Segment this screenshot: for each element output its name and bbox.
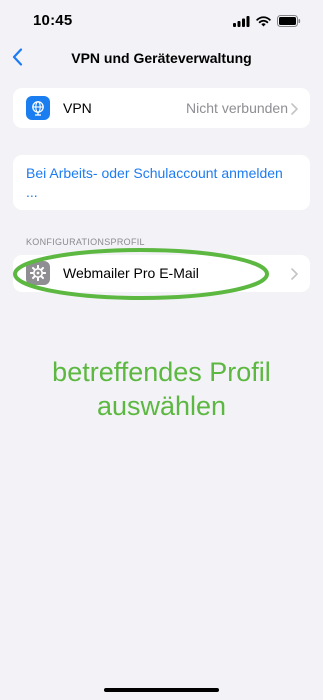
battery-icon (277, 15, 301, 27)
page-title: VPN und Geräteverwaltung (71, 50, 252, 66)
vpn-status: Nicht verbunden (186, 100, 288, 116)
status-icons (233, 15, 301, 27)
navigation-bar: VPN und Geräteverwaltung (0, 44, 323, 74)
work-school-account-link[interactable]: Bei Arbeits- oder Schulaccount anmelden … (26, 164, 286, 202)
status-bar: 10:45 (0, 0, 323, 44)
vpn-globe-icon (26, 96, 50, 120)
gear-icon (26, 261, 50, 285)
vpn-row[interactable]: VPN Nicht verbunden (13, 88, 310, 128)
profile-row[interactable]: Webmailer Pro E-Mail (13, 255, 310, 292)
home-indicator[interactable] (104, 688, 219, 692)
annotation-text: betreffendes Profil auswählen (52, 357, 271, 421)
section-header-configuration-profile: KONFIGURATIONSPROFIL (26, 237, 145, 247)
wifi-icon (256, 15, 271, 27)
account-row[interactable]: Bei Arbeits- oder Schulaccount anmelden … (13, 155, 310, 210)
profile-label: Webmailer Pro E-Mail (63, 265, 199, 281)
chevron-right-icon (291, 267, 298, 285)
cellular-signal-icon (233, 15, 250, 27)
status-time: 10:45 (33, 12, 73, 29)
vpn-label: VPN (63, 100, 92, 116)
chevron-right-icon (291, 102, 298, 120)
